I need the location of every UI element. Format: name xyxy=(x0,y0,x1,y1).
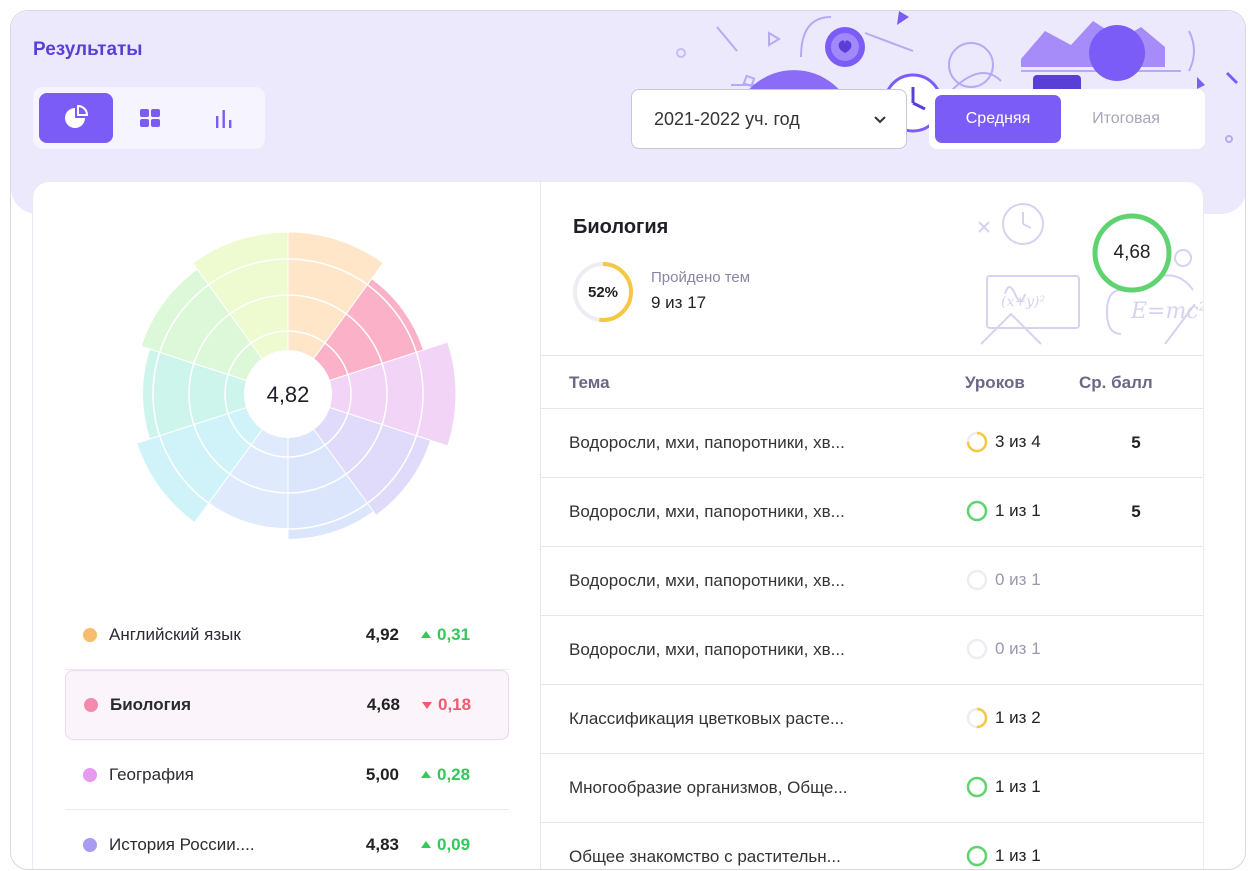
subjects-legend: Английский язык 4,92 0,31 Биология 4,68 0,18 Г… xyxy=(65,600,509,869)
table-row[interactable]: Водоросли, мхи, папоротники, хв... 3 из 4… xyxy=(541,409,1203,478)
subject-delta-value: 0,18 xyxy=(438,695,472,714)
subject-name: История России.... xyxy=(109,834,255,854)
topics-progress-percent: 52% xyxy=(587,283,619,301)
mode-average-button[interactable]: Средняя xyxy=(935,95,1061,143)
lessons-value: 1 из 1 xyxy=(995,846,1041,865)
topic-name: Многообразие организмов, Обще... xyxy=(569,778,848,797)
view-switch xyxy=(33,87,265,149)
subject-delta-value: 0,09 xyxy=(437,834,471,854)
results-card: 4,82 Английский язык 4,92 0,31 Биология 4,68… xyxy=(33,182,1203,869)
grade-value: 5 xyxy=(1131,502,1141,521)
bar-view-button[interactable] xyxy=(187,93,261,143)
lessons-value: 1 из 2 xyxy=(995,708,1041,727)
table-row[interactable]: Многообразие организмов, Обще... 1 из 1 xyxy=(541,754,1203,823)
subject-name: География xyxy=(109,764,194,784)
topics-table-body: Водоросли, мхи, папоротники, хв... 3 из 4… xyxy=(541,409,1203,869)
table-row[interactable]: Водоросли, мхи, папоротники, хв... 1 из 1… xyxy=(541,478,1203,547)
mode-final-button[interactable]: Итоговая xyxy=(1061,95,1191,143)
subject-color-dot xyxy=(83,767,97,782)
lessons-cell: 1 из 2 xyxy=(965,706,1041,730)
lesson-progress-ring xyxy=(966,431,988,453)
lesson-progress-ring xyxy=(966,569,988,591)
subject-detail-pane: E=mc² (x+y)² Биология 52% Пройдено тем 9… xyxy=(541,182,1203,869)
trend-up-icon xyxy=(421,631,431,638)
lesson-progress-ring xyxy=(966,776,988,798)
lesson-progress-ring xyxy=(966,707,988,729)
table-row[interactable]: Водоросли, мхи, папоротники, хв... 0 из 1 xyxy=(541,547,1203,616)
column-header-grade: Ср. балл xyxy=(1079,373,1153,392)
topic-name: Водоросли, мхи, папоротники, хв... xyxy=(569,502,845,521)
lessons-cell: 1 из 1 xyxy=(965,775,1041,799)
rose-center-value: 4,82 xyxy=(267,382,310,407)
lessons-cell: 0 из 1 xyxy=(965,637,1041,661)
table-row[interactable]: Водоросли, мхи, папоротники, хв... 0 из 1 xyxy=(541,616,1203,685)
topic-name: Водоросли, мхи, папоротники, хв... xyxy=(569,433,845,452)
subject-score: 4,83 xyxy=(365,834,399,854)
topics-progress-value: 9 из 17 xyxy=(651,293,707,312)
subject-delta-value: 0,31 xyxy=(437,624,471,644)
topic-name: Водоросли, мхи, папоротники, хв... xyxy=(569,640,845,659)
year-select[interactable]: 2021-2022 уч. год xyxy=(631,89,907,149)
subject-row[interactable]: История России.... 4,83 0,09 xyxy=(65,810,509,869)
page-title: Результаты xyxy=(33,39,143,60)
subject-color-dot xyxy=(83,627,97,642)
table-row[interactable]: Общее знакомство с растительн... 1 из 1 xyxy=(541,823,1203,869)
grid-icon xyxy=(140,109,160,127)
lessons-value: 1 из 1 xyxy=(995,501,1041,520)
subject-delta: 0,28 xyxy=(421,765,470,785)
column-header-topic: Тема xyxy=(569,373,610,392)
trend-up-icon xyxy=(421,841,431,848)
grades-rose-chart: 4,82 xyxy=(136,231,457,541)
subject-row[interactable]: География 5,00 0,28 xyxy=(65,740,509,810)
grid-view-button[interactable] xyxy=(113,93,187,143)
trend-down-icon xyxy=(422,701,432,709)
year-select-value: 2021-2022 уч. год xyxy=(654,108,800,129)
subject-delta: 0,09 xyxy=(421,835,470,855)
subject-delta: 0,18 xyxy=(422,695,471,715)
bar-chart-icon xyxy=(216,110,232,128)
subject-title: Биология xyxy=(573,216,669,238)
subject-score: 4,92 xyxy=(365,624,399,644)
subject-score: 4,68 xyxy=(366,695,400,714)
average-score-value: 4,68 xyxy=(1113,242,1151,263)
subject-delta: 0,31 xyxy=(421,625,470,645)
lessons-cell: 0 из 1 xyxy=(965,568,1041,592)
app-frame: Результаты 2021-2022 уч. год Средняя Ито… xyxy=(10,10,1246,870)
topic-name: Водоросли, мхи, папоротники, хв... xyxy=(569,571,845,590)
topics-progress-label: Пройдено тем xyxy=(651,269,751,286)
subject-name: Английский язык xyxy=(109,624,241,644)
lesson-progress-ring xyxy=(966,500,988,522)
topic-name: Классификация цветковых расте... xyxy=(569,709,845,728)
lessons-value: 0 из 1 xyxy=(995,570,1041,589)
grade-value: 5 xyxy=(1131,433,1141,452)
lessons-value: 3 из 4 xyxy=(995,432,1041,451)
svg-text:E=mc²: E=mc² xyxy=(1130,299,1203,324)
lessons-cell: 3 из 4 xyxy=(965,430,1041,454)
trend-up-icon xyxy=(421,771,431,778)
lesson-progress-ring xyxy=(966,638,988,660)
lessons-cell: 1 из 1 xyxy=(965,499,1041,523)
lessons-cell: 1 из 1 xyxy=(965,844,1041,868)
subject-name: Биология xyxy=(110,695,192,714)
subject-delta-value: 0,28 xyxy=(437,764,471,784)
lessons-value: 1 из 1 xyxy=(995,777,1041,796)
subject-row[interactable]: Биология 4,68 0,18 xyxy=(65,670,509,740)
topic-name: Общее знакомство с растительн... xyxy=(569,847,841,866)
chevron-down-icon xyxy=(874,116,886,124)
svg-text:(x+y)²: (x+y)² xyxy=(1001,294,1045,310)
lesson-progress-ring xyxy=(966,845,988,867)
pie-view-button[interactable] xyxy=(39,93,113,143)
table-row[interactable]: Классификация цветковых расте... 1 из 2 xyxy=(541,685,1203,754)
subject-score: 5,00 xyxy=(365,764,399,784)
subjects-pane: 4,82 Английский язык 4,92 0,31 Биология 4,68… xyxy=(33,182,540,869)
subject-color-dot xyxy=(84,698,98,712)
lessons-value: 0 из 1 xyxy=(995,639,1041,658)
subject-row[interactable]: Английский язык 4,92 0,31 xyxy=(65,600,509,670)
subject-color-dot xyxy=(83,837,97,852)
mode-switch: Средняя Итоговая xyxy=(929,89,1205,149)
column-header-lessons: Уроков xyxy=(965,373,1025,392)
topics-table-header: Тема Уроков Ср. балл xyxy=(541,355,1203,409)
pie-chart-icon xyxy=(65,105,89,128)
